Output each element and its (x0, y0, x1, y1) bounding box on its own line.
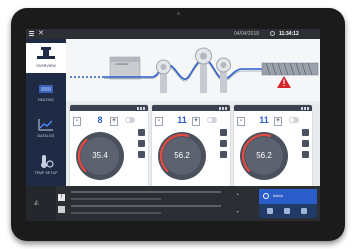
hmi-screen: ✕ 04/04/2018 11:34:12 OVERVIEW HEATING D… (26, 29, 320, 221)
decrease-button[interactable]: - (237, 117, 245, 126)
alarm-icon (220, 129, 227, 136)
machine-icon (37, 47, 55, 59)
zone-side-icons (220, 129, 228, 162)
alarm-summary: ◭ (26, 186, 56, 221)
process-diagram (70, 47, 319, 93)
sidebar-item-label: DATALOG (37, 134, 55, 138)
time-label: 11:34:12 (279, 31, 299, 37)
increase-button[interactable]: + (110, 117, 118, 126)
logout-icon[interactable] (301, 208, 307, 214)
sidebar-item-label: OVERVIEW (36, 64, 56, 68)
alarm-scroll-down-icon[interactable]: ▼ (236, 210, 239, 214)
alarm-scroll-up-icon[interactable]: ▲ (236, 192, 239, 196)
alarm-icon (302, 129, 309, 136)
zone-toggle[interactable] (289, 117, 299, 123)
process-schematic: CARRIER (66, 39, 320, 101)
user-panel[interactable]: Admin (259, 189, 317, 218)
zone-panel-header (234, 105, 312, 111)
sidebar-item-heating[interactable]: HEATING (26, 79, 66, 109)
zone-side-icons (138, 129, 146, 162)
bell-icon: ◭ (34, 199, 40, 206)
screw-conveyor (261, 62, 319, 76)
actual-temperature: 35.4 (92, 151, 108, 160)
zone-panel-2: - 11 + 56.2 (152, 105, 230, 187)
info-icon (138, 151, 145, 158)
setpoint-value: 8 (97, 115, 103, 125)
user-icon (263, 193, 269, 199)
settings-icon (302, 140, 309, 147)
lock-icon[interactable] (267, 208, 273, 214)
increase-button[interactable]: + (274, 117, 282, 126)
alarm-list-item[interactable] (71, 190, 251, 195)
sidebar-item-temp-setup[interactable]: TEMP SETUP (26, 151, 66, 183)
sidebar-item-label: HEATING (38, 98, 54, 102)
key-icon[interactable] (284, 208, 290, 214)
zone-side-icons (302, 129, 310, 162)
actual-temperature: 56.2 (256, 151, 272, 160)
alarm-list-item[interactable] (71, 197, 251, 202)
date-label: 04/04/2018 (234, 31, 260, 37)
top-bar: ✕ 04/04/2018 11:34:12 (26, 29, 320, 39)
zone-toggle[interactable] (125, 117, 135, 123)
zone-panel-3: - 11 + 56.2 (234, 105, 312, 187)
sidebar: OVERVIEW HEATING DATALOG TEMP SETUP (26, 39, 66, 186)
decrease-button[interactable]: - (155, 117, 163, 126)
zone-panel-header (70, 105, 148, 111)
roller-1 (156, 59, 171, 93)
increase-button[interactable]: + (192, 117, 200, 126)
zone-panel-header (152, 105, 230, 111)
clock-icon (270, 31, 275, 36)
alarm-list-item[interactable] (71, 204, 251, 209)
heater-icon (39, 85, 53, 93)
decrease-button[interactable]: - (73, 117, 81, 126)
setpoint-value: 11 (259, 115, 269, 125)
camera-dot (177, 12, 180, 15)
warning-icon (277, 76, 291, 88)
setpoint-value: 11 (177, 115, 187, 125)
sidebar-item-datalog[interactable]: DATALOG (26, 115, 66, 145)
alarm-bar: ◭ ! ▲ ▼ Admin (26, 186, 320, 221)
carrier-label: CARRIER (115, 62, 129, 66)
menu-icon[interactable] (29, 31, 34, 36)
zone-panel-1: - 8 + 35.4 (70, 105, 148, 187)
sidebar-item-overview[interactable]: OVERVIEW (26, 43, 66, 73)
zone-toggle[interactable] (207, 117, 217, 123)
alarm-next-button[interactable] (58, 206, 65, 213)
alarm-acknowledge-button[interactable]: ! (58, 194, 65, 201)
info-icon (302, 151, 309, 158)
sidebar-item-label: TEMP SETUP (34, 171, 58, 175)
alarm-list-item[interactable] (71, 211, 251, 216)
close-icon[interactable]: ✕ (38, 30, 44, 38)
alarm-icon (138, 129, 145, 136)
actual-temperature: 56.2 (174, 151, 190, 160)
roller-2 (195, 47, 212, 93)
user-name: Admin (273, 194, 283, 198)
chart-icon (38, 119, 53, 131)
temp-setup-icon (41, 155, 54, 168)
info-icon (220, 151, 227, 158)
settings-icon (138, 140, 145, 147)
settings-icon (220, 140, 227, 147)
